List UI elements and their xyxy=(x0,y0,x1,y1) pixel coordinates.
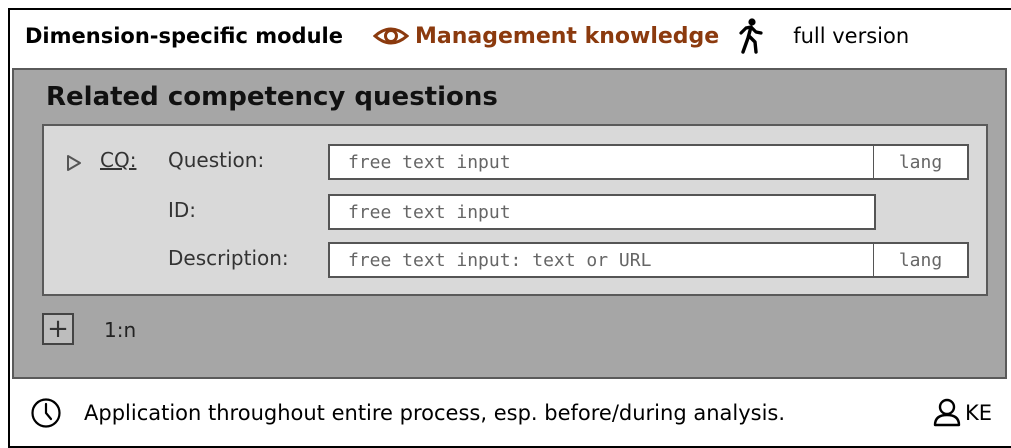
cardinality-label: 1:n xyxy=(104,318,137,342)
clock-icon xyxy=(30,397,62,429)
question-input[interactable]: free text input xyxy=(328,144,875,180)
description-label: Description: xyxy=(168,246,289,270)
id-label: ID: xyxy=(168,198,197,222)
question-lang-select[interactable]: lang xyxy=(874,144,969,180)
section-title: Related competency questions xyxy=(46,82,498,112)
add-cq-button[interactable]: + xyxy=(42,313,74,345)
footer-timing-text: Application throughout entire process, e… xyxy=(84,401,786,425)
version-label: full version xyxy=(793,24,910,48)
description-input[interactable]: free text input: text or URL xyxy=(328,242,875,278)
eye-icon xyxy=(372,25,410,47)
expand-triangle-icon[interactable] xyxy=(66,154,82,172)
competency-questions-panel: Related competency questions CQ: Questio… xyxy=(12,68,1007,379)
topic-label: Management knowledge xyxy=(414,23,720,49)
module-header: Dimension-specific module Management kno… xyxy=(25,18,1005,54)
cq-entry-panel: CQ: Question: free text input lang ID: f… xyxy=(42,124,988,296)
role-label: KE xyxy=(965,401,993,425)
module-footer: Application throughout entire process, e… xyxy=(30,395,1005,431)
module-title: Dimension-specific module xyxy=(25,24,343,48)
description-lang-select[interactable]: lang xyxy=(874,242,969,278)
walking-person-icon xyxy=(737,18,765,54)
person-icon xyxy=(932,397,962,427)
id-input[interactable]: free text input xyxy=(328,194,876,230)
cq-link[interactable]: CQ: xyxy=(100,148,136,172)
question-label: Question: xyxy=(168,148,265,172)
